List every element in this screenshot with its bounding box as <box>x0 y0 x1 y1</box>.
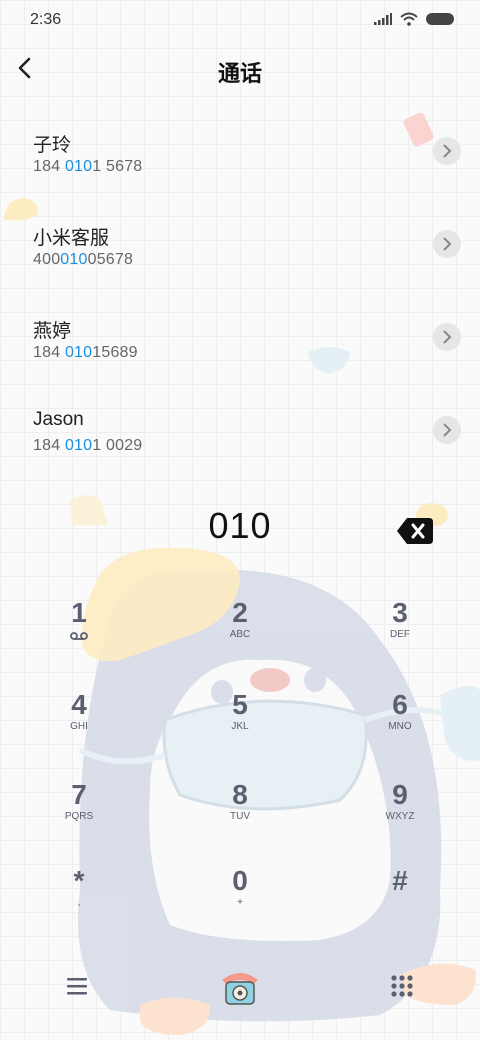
page-title: 通话 <box>217 61 262 86</box>
contact-name: Jason <box>33 409 84 430</box>
contact-list: 子玲 184 0101 5678 小米客服 40001005678 燕婷 184… <box>0 118 480 490</box>
key-6[interactable]: 6 MNO <box>355 690 445 762</box>
status-bar: 2:36 <box>0 0 480 40</box>
key-digit: 6 <box>392 689 408 720</box>
key-digit: 0 <box>232 865 248 896</box>
key-star[interactable]: * , <box>34 866 124 938</box>
key-4[interactable]: 4 GHI <box>34 690 124 762</box>
dialpad-icon[interactable] <box>388 972 416 1000</box>
signal-icon <box>374 13 392 25</box>
contact-detail-button[interactable] <box>433 230 461 258</box>
contact-row[interactable]: 燕婷 184 01015689 <box>0 304 480 397</box>
key-letters: JKL <box>231 721 249 732</box>
contact-detail-button[interactable] <box>433 323 461 351</box>
key-letters: WXYZ <box>385 811 415 822</box>
bottom-bar <box>0 962 480 1012</box>
backspace-icon[interactable] <box>397 518 433 544</box>
key-digit: 3 <box>392 597 408 628</box>
key-digit: 4 <box>71 689 87 720</box>
key-8[interactable]: 8 TUV <box>195 780 285 852</box>
contact-number: 40001005678 <box>33 251 134 268</box>
contact-detail-button[interactable] <box>433 416 461 444</box>
key-digit: 9 <box>392 779 408 810</box>
key-letters: + <box>237 897 243 908</box>
contact-number: 184 0101 5678 <box>33 158 143 175</box>
key-3[interactable]: 3 DEF <box>355 598 445 670</box>
contact-name: 燕婷 <box>33 321 72 342</box>
key-hash[interactable]: # <box>355 866 445 938</box>
key-letters: ABC <box>229 629 251 640</box>
key-letters: GHI <box>70 721 88 732</box>
wifi-icon <box>400 12 418 26</box>
key-5[interactable]: 5 JKL <box>195 690 285 762</box>
key-digit: 5 <box>232 689 248 720</box>
chevron-right-icon <box>443 423 452 437</box>
key-0[interactable]: 0 + <box>195 866 285 938</box>
key-letters: DEF <box>390 629 410 640</box>
key-letters: PQRS <box>64 811 94 822</box>
title-bar: 通话 <box>0 46 480 96</box>
contact-name: 子玲 <box>33 135 72 156</box>
key-letters: , <box>77 897 81 908</box>
key-7[interactable]: 7 PQRS <box>34 780 124 852</box>
call-phone-icon[interactable] <box>218 966 262 1006</box>
key-digit: # <box>392 865 408 896</box>
contact-row[interactable]: 小米客服 40001005678 <box>0 211 480 304</box>
key-digit: * <box>73 865 85 896</box>
key-letters: TUV <box>230 811 250 822</box>
key-digit: 1 <box>71 597 87 628</box>
menu-icon[interactable] <box>64 974 90 998</box>
battery-icon <box>426 13 454 25</box>
key-1[interactable]: 1 <box>34 598 124 670</box>
key-digit: 2 <box>232 597 248 628</box>
hat-sticker-icon <box>4 198 39 221</box>
contact-number: 184 01015689 <box>33 344 138 361</box>
chevron-right-icon <box>443 237 452 251</box>
key-digit: 7 <box>71 779 87 810</box>
contact-number: 184 0101 0029 <box>33 437 143 454</box>
chevron-right-icon <box>443 144 452 158</box>
key-9[interactable]: 9 WXYZ <box>355 780 445 852</box>
key-digit: 8 <box>232 779 248 810</box>
dial-display: 010 <box>0 505 480 555</box>
mask-sticker-icon <box>308 347 350 374</box>
key-letters: MNO <box>388 721 412 732</box>
key-2[interactable]: 2 ABC <box>195 598 285 670</box>
chevron-right-icon <box>443 330 452 344</box>
pencil-sticker-icon <box>403 112 434 147</box>
contact-name: 小米客服 <box>33 228 110 249</box>
voicemail-icon <box>70 632 88 640</box>
status-time: 2:36 <box>30 11 62 28</box>
